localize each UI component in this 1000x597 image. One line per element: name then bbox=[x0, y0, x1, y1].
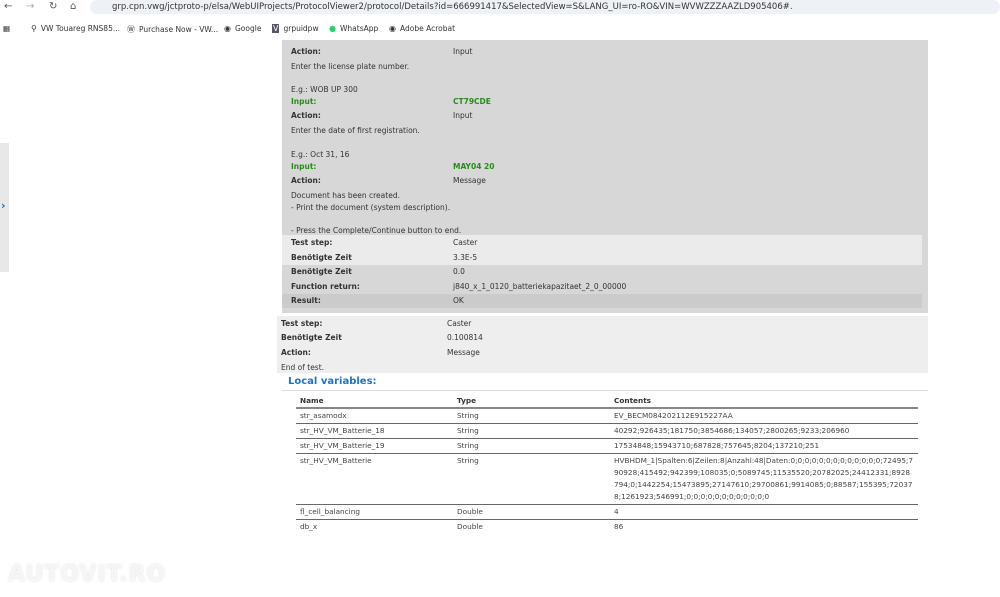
message-text: - Print the document (system description… bbox=[291, 203, 451, 212]
time-label: Benötigte Zeit bbox=[291, 253, 352, 262]
url-input[interactable]: grp.cpn.vwg/jctproto-p/elsa/WebUIProject… bbox=[90, 0, 1000, 14]
back-icon[interactable]: ← bbox=[4, 1, 12, 12]
globe-icon: ◉ bbox=[224, 24, 231, 33]
bookmark-vw-touareg[interactable]: ⚲ VW Touareg RNS85... bbox=[31, 24, 120, 33]
message-text: Document has been created. bbox=[291, 191, 400, 200]
action-label: Action: bbox=[291, 176, 321, 185]
action-value: Input bbox=[453, 111, 473, 120]
var-type: String bbox=[453, 438, 610, 454]
table-row: str_asamodx String EV_BECM084202112E915227… bbox=[296, 408, 918, 424]
var-type: Double bbox=[453, 504, 610, 520]
action-label: Action: bbox=[291, 47, 321, 56]
action-value: Message bbox=[453, 176, 486, 185]
input-value: MAY04 20 bbox=[453, 162, 495, 171]
var-type: String bbox=[453, 423, 610, 439]
teststep-value: Caster bbox=[453, 238, 478, 247]
var-type: String bbox=[453, 408, 610, 424]
table-row: str_HV_VM_Batterie_18 String 40292;926435;… bbox=[296, 423, 918, 439]
var-name: fl_cell_balancing bbox=[296, 504, 453, 520]
protocol-step-block: Action: Input Enter the license plate nu… bbox=[282, 40, 928, 313]
bookmark-adobe[interactable]: ◉ Adobe Acrobat bbox=[389, 24, 455, 33]
time-label: Benötigte Zeit bbox=[281, 333, 342, 342]
globe-icon: ◉ bbox=[389, 24, 396, 33]
action-value: Message bbox=[447, 348, 480, 357]
time-value: 0.0 bbox=[453, 267, 465, 276]
var-contents: 4 bbox=[610, 504, 918, 520]
teststep-value: Caster bbox=[447, 319, 472, 328]
bookmark-label: grpuidpw bbox=[283, 24, 319, 33]
address-bar-area: ← → ↻ ⌂ grp.cpn.vwg/jctproto-p/elsa/WebU… bbox=[0, 0, 1000, 16]
bookmark-grpuidpw[interactable]: Vgrpuidpw bbox=[272, 24, 319, 33]
table-row: str_HV_VM_Batterie_19 String 17534848;1594… bbox=[296, 438, 918, 454]
example-text: E.g.: WOB UP 300 bbox=[291, 85, 358, 94]
result-value: OK bbox=[453, 296, 464, 305]
var-type: Double bbox=[457, 522, 483, 531]
time-label: Benötigte Zeit bbox=[291, 267, 352, 276]
time-value: 0.100814 bbox=[447, 333, 483, 342]
bookmark-whatsapp[interactable]: ● WhatsApp bbox=[329, 24, 378, 33]
var-name: str_asamodx bbox=[296, 408, 453, 424]
var-name: str_HV_VM_Batterie_19 bbox=[296, 438, 453, 454]
whatsapp-icon: ● bbox=[329, 24, 336, 33]
input-label: Input: bbox=[291, 97, 317, 106]
bookmarks-bar: ▦ ⚲ VW Touareg RNS85... Ⓦ Purchase Now - V… bbox=[0, 20, 1000, 38]
bookmark-label: Google bbox=[234, 24, 262, 33]
bookmark-label: WhatsApp bbox=[339, 24, 379, 33]
table-row: str_HV_VM_Batterie String HVBHDM_1|Spalten… bbox=[296, 453, 918, 505]
divider bbox=[282, 390, 928, 391]
result-label: Result: bbox=[291, 296, 321, 305]
action-label: Action: bbox=[281, 348, 311, 357]
var-contents: 40292;926435;181750;3854686;134057;28002… bbox=[610, 423, 918, 439]
var-name: str_HV_VM_Batterie_18 bbox=[296, 423, 453, 439]
column-header-name: Name bbox=[296, 394, 453, 409]
function-return-label: Function return: bbox=[291, 282, 360, 291]
var-contents: EV_BECM084202112E915227AA bbox=[610, 408, 918, 424]
var-contents: HVBHDM_1|Spalten:6|Zeilen:8|Anzahl:48|Da… bbox=[610, 453, 918, 505]
message-text: - Press the Complete/Continue button to … bbox=[291, 226, 462, 235]
v-logo-icon: V bbox=[272, 24, 280, 33]
action-label: Action: bbox=[291, 111, 321, 120]
var-type: String bbox=[453, 453, 610, 505]
end-step-block: Test step: Caster Benötigte Zeit 0.10081… bbox=[277, 316, 928, 373]
table-row: fl_cell_balancing Double 4 bbox=[296, 504, 918, 520]
result-band bbox=[282, 294, 922, 308]
var-contents: 86 bbox=[614, 522, 624, 531]
watermark-logo: AUTOVIT.RO bbox=[8, 562, 167, 587]
var-name: db_x bbox=[300, 522, 318, 531]
local-variables-table: Name Type Contents str_asamodx String EV_B… bbox=[296, 394, 918, 534]
table-row: db_x Double 86 bbox=[296, 520, 918, 535]
bookmark-purchase-now[interactable]: Ⓦ Purchase Now - VW... bbox=[127, 24, 218, 35]
teststep-band bbox=[282, 235, 922, 265]
bookmark-google[interactable]: ◉ Google bbox=[224, 24, 261, 33]
pin-icon: ⚲ bbox=[31, 24, 37, 33]
local-variables-heading: Local variables: bbox=[288, 376, 377, 387]
column-header-type: Type bbox=[453, 394, 610, 409]
bookmark-label: Adobe Acrobat bbox=[399, 24, 456, 33]
time-value: 3.3E-5 bbox=[453, 253, 478, 262]
teststep-label: Test step: bbox=[291, 238, 333, 247]
home-icon[interactable]: ⌂ bbox=[70, 1, 76, 12]
column-header-contents: Contents bbox=[610, 394, 918, 409]
var-contents: 17534848;15943710;687828;757645;8204;137… bbox=[610, 438, 918, 454]
instruction-text: Enter the license plate number. bbox=[291, 62, 410, 71]
input-label: Input: bbox=[291, 162, 317, 171]
end-text: End of test. bbox=[281, 363, 325, 372]
var-name: str_HV_VM_Batterie bbox=[296, 453, 453, 505]
chevron-right-icon[interactable]: › bbox=[1, 199, 6, 212]
example-text: E.g.: Oct 31, 16 bbox=[291, 150, 350, 159]
reload-icon[interactable]: ↻ bbox=[49, 1, 57, 12]
apps-icon[interactable]: ▦ bbox=[3, 24, 10, 33]
instruction-text: Enter the date of first registration. bbox=[291, 126, 420, 135]
forward-icon[interactable]: → bbox=[26, 1, 34, 12]
function-return-value: j840_x_1_0120_batteriekapazitaet_2_0_000… bbox=[453, 282, 627, 291]
teststep-label: Test step: bbox=[281, 319, 323, 328]
bookmark-label: VW Touareg RNS85... bbox=[40, 24, 120, 33]
bookmark-label: Purchase Now - VW... bbox=[139, 25, 219, 34]
action-value: Input bbox=[453, 47, 473, 56]
input-value: CT79CDE bbox=[453, 97, 491, 106]
vw-logo-icon: Ⓦ bbox=[127, 25, 135, 34]
